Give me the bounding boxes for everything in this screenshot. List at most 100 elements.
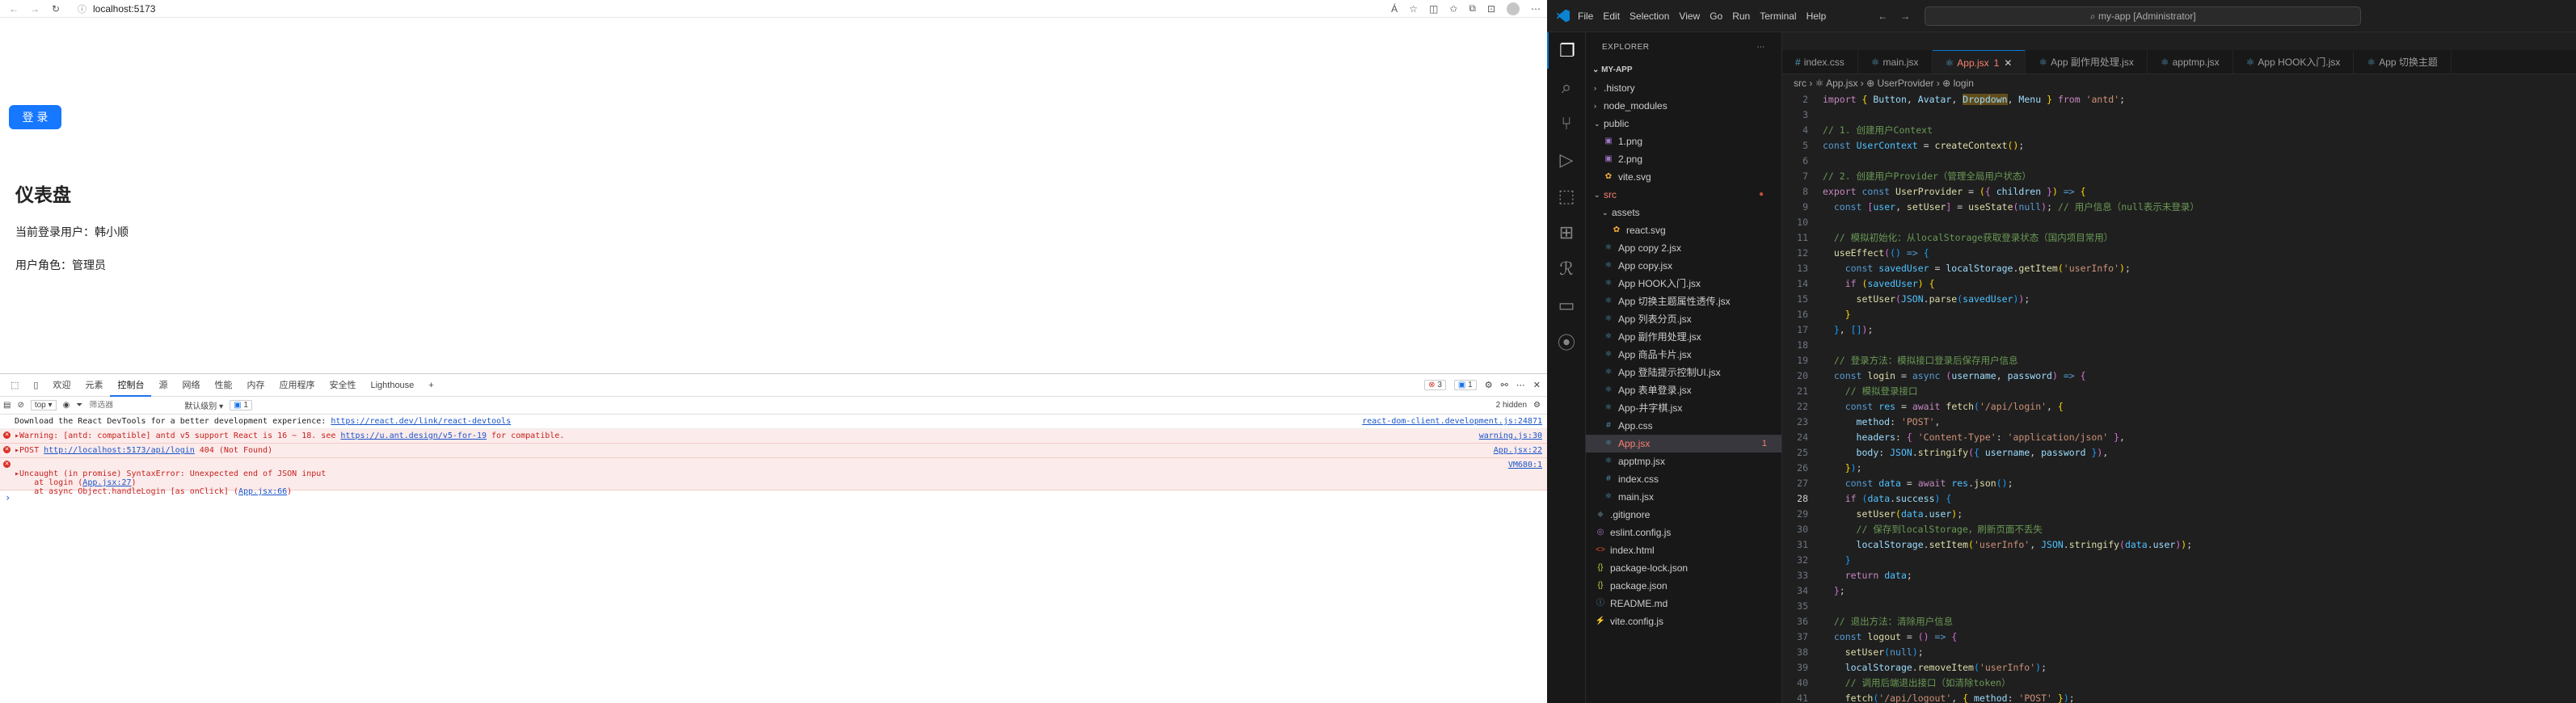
run-debug-icon[interactable]: ▷ xyxy=(1547,141,1586,178)
prettier-icon[interactable]: ℛ xyxy=(1547,250,1586,287)
inspect-icon[interactable]: ⬚ xyxy=(3,374,26,397)
code-line[interactable]: 15 setUser(JSON.parse(savedUser)); xyxy=(1782,292,2576,307)
menu-item-go[interactable]: Go xyxy=(1710,11,1722,22)
tree-file[interactable]: ⚛ App 切换主题属性透传.jsx xyxy=(1586,293,1781,310)
message-source[interactable]: react-dom-client.development.js:24871 xyxy=(1362,417,1542,426)
message-source[interactable]: VM680:1 xyxy=(1508,461,1542,487)
message-link[interactable]: https://u.ant.design/v5-for-19 xyxy=(340,431,487,440)
source-control-icon[interactable]: ⑂ xyxy=(1547,105,1586,141)
git-history-icon[interactable]: ⦿ xyxy=(1547,323,1586,360)
read-aloud-icon[interactable]: Á xyxy=(1391,3,1398,15)
tree-file[interactable]: ⚛ apptmp.jsx xyxy=(1586,453,1781,470)
nav-forward-icon[interactable]: → xyxy=(1900,11,1910,22)
code-line[interactable]: 6 xyxy=(1782,154,2576,169)
code-line[interactable]: 18 xyxy=(1782,338,2576,353)
code-line[interactable]: 21 // 模拟登录接口 xyxy=(1782,384,2576,399)
menu-item-selection[interactable]: Selection xyxy=(1629,11,1669,22)
menu-item-file[interactable]: File xyxy=(1578,11,1593,22)
tree-folder[interactable]: › node_modules xyxy=(1586,97,1781,115)
message-link[interactable]: http://localhost:5173/api/login xyxy=(44,446,195,455)
eye-icon[interactable]: ◉ xyxy=(63,401,70,410)
tree-file[interactable]: ⚛ App 表单登录.jsx xyxy=(1586,381,1781,399)
menu-item-run[interactable]: Run xyxy=(1732,11,1750,22)
code-line[interactable]: 32 } xyxy=(1782,553,2576,568)
editor-tab[interactable]: ⚛ App 切换主题 xyxy=(2354,50,2452,74)
code-line[interactable]: 2 import { Button, Avatar, Dropdown, Menu… xyxy=(1782,92,2576,107)
editor-tab[interactable]: ⚛ App 副作用处理.jsx xyxy=(2026,50,2148,74)
editor-tab[interactable]: ⚛ App HOOK入门.jsx xyxy=(2233,50,2355,74)
tab-sources[interactable]: 源 xyxy=(151,374,175,397)
clear-console-icon[interactable]: ⊘ xyxy=(17,401,23,410)
tree-file[interactable]: ⚛ App.jsx 1 xyxy=(1586,435,1781,453)
error-badge[interactable]: ⊗ 3 xyxy=(1424,380,1446,390)
tree-file[interactable]: ⚛ App HOOK入门.jsx xyxy=(1586,275,1781,293)
tree-file[interactable]: ⓘ README.md xyxy=(1586,595,1781,612)
info-badge[interactable]: ▣ 1 xyxy=(1453,380,1477,390)
tree-file[interactable]: ⚛ App 登陆提示控制UI.jsx xyxy=(1586,364,1781,381)
code-line[interactable]: 28 if (data.success) { xyxy=(1782,491,2576,507)
folder-icon[interactable]: ▭ xyxy=(1547,287,1586,323)
code-line[interactable]: 25 body: JSON.stringify({ username, pass… xyxy=(1782,445,2576,461)
favorites-icon[interactable]: ✩ xyxy=(1449,3,1457,15)
split-screen-icon[interactable]: ◫ xyxy=(1429,3,1438,15)
tree-file[interactable]: ⚛ App 副作用处理.jsx xyxy=(1586,328,1781,346)
extensions-icon[interactable]: ⊡ xyxy=(1487,3,1495,15)
code-line[interactable]: 33 return data; xyxy=(1782,568,2576,583)
tree-folder[interactable]: ⌄ assets xyxy=(1586,204,1781,221)
code-line[interactable]: 41 fetch('/api/logout', { method: 'POST'… xyxy=(1782,691,2576,703)
code-line[interactable]: 5 const UserContext = createContext(); xyxy=(1782,138,2576,154)
tab-network[interactable]: 网络 xyxy=(175,374,207,397)
code-line[interactable]: 37 const logout = () => { xyxy=(1782,629,2576,645)
code-line[interactable]: 23 method: 'POST', xyxy=(1782,415,2576,430)
tree-file[interactable]: ⚛ main.jsx xyxy=(1586,488,1781,506)
issues-badge[interactable]: ▣ 1 xyxy=(230,400,252,410)
context-select[interactable]: top ▾ xyxy=(30,400,57,410)
code-line[interactable]: 12 useEffect(() => { xyxy=(1782,246,2576,261)
tree-file[interactable]: ⚛ App copy.jsx xyxy=(1586,257,1781,275)
code-line[interactable]: 7 // 2. 创建用户Provider（管理全局用户状态） xyxy=(1782,169,2576,184)
menu-item-help[interactable]: Help xyxy=(1807,11,1827,22)
more-icon[interactable]: ⋯ xyxy=(1531,3,1541,15)
code-line[interactable]: 31 localStorage.setItem('userInfo', JSON… xyxy=(1782,537,2576,553)
back-icon[interactable]: ← xyxy=(6,3,21,15)
extensions-icon[interactable]: ⊞ xyxy=(1547,214,1586,250)
tree-file[interactable]: ⚛ App-井字棋.jsx xyxy=(1586,399,1781,417)
connect-icon[interactable]: ⚯ xyxy=(1501,380,1508,390)
code-line[interactable]: 27 const data = await res.json(); xyxy=(1782,476,2576,491)
code-line[interactable]: 19 // 登录方法：模拟接口登录后保存用户信息 xyxy=(1782,353,2576,368)
tab-console[interactable]: 控制台 xyxy=(110,374,152,397)
tree-file[interactable]: ⚛ App 列表分页.jsx xyxy=(1586,310,1781,328)
tree-file[interactable]: ◎ eslint.config.js xyxy=(1586,524,1781,541)
tab-welcome[interactable]: 欢迎 xyxy=(45,374,78,397)
tab-memory[interactable]: 内存 xyxy=(239,374,272,397)
code-line[interactable]: 20 const login = async (username, passwo… xyxy=(1782,368,2576,384)
tree-file[interactable]: {} package-lock.json xyxy=(1586,559,1781,577)
tree-file[interactable]: <> index.html xyxy=(1586,541,1781,559)
code-line[interactable]: 39 localStorage.removeItem('userInfo'); xyxy=(1782,660,2576,676)
tree-file[interactable]: # App.css xyxy=(1586,417,1781,435)
message-text[interactable]: ▸Uncaught (in promise) SyntaxError: Unex… xyxy=(15,469,326,478)
explorer-more-icon[interactable]: ⋯ xyxy=(1757,43,1766,52)
level-select[interactable]: 默认级别 ▾ xyxy=(184,399,223,411)
tree-folder[interactable]: ⌄ src ● xyxy=(1586,186,1781,204)
code-line[interactable]: 4 // 1. 创建用户Context xyxy=(1782,123,2576,138)
tree-file[interactable]: # index.css xyxy=(1586,470,1781,488)
code-line[interactable]: 13 const savedUser = localStorage.getIte… xyxy=(1782,261,2576,276)
menu-item-view[interactable]: View xyxy=(1679,11,1700,22)
remote-explorer-icon[interactable]: ⬚ xyxy=(1547,178,1586,214)
tree-file[interactable]: ✿ vite.svg xyxy=(1586,168,1781,186)
code-line[interactable]: 40 // 调用后端退出接口（如清除token） xyxy=(1782,676,2576,691)
tree-folder[interactable]: › .history xyxy=(1586,79,1781,97)
code-line[interactable]: 9 const [user, setUser] = useState(null)… xyxy=(1782,200,2576,215)
console-settings-icon[interactable]: ⚙ xyxy=(1533,401,1541,410)
code-line[interactable]: 24 headers: { 'Content-Type': 'applicati… xyxy=(1782,430,2576,445)
stack-link[interactable]: App.jsx:66 xyxy=(238,487,287,496)
info-icon[interactable]: ⓘ xyxy=(78,2,86,15)
tree-file[interactable]: ✿ react.svg xyxy=(1586,221,1781,239)
tree-file[interactable]: ⚡ vite.config.js xyxy=(1586,612,1781,630)
project-header[interactable]: ⌄ MY-APP xyxy=(1586,61,1781,79)
command-center[interactable]: ⌕ my-app [Administrator] xyxy=(1925,6,2362,26)
tree-file[interactable]: ⚛ App 商品卡片.jsx xyxy=(1586,346,1781,364)
code-line[interactable]: 16 } xyxy=(1782,307,2576,322)
device-icon[interactable]: ▯ xyxy=(26,374,45,397)
